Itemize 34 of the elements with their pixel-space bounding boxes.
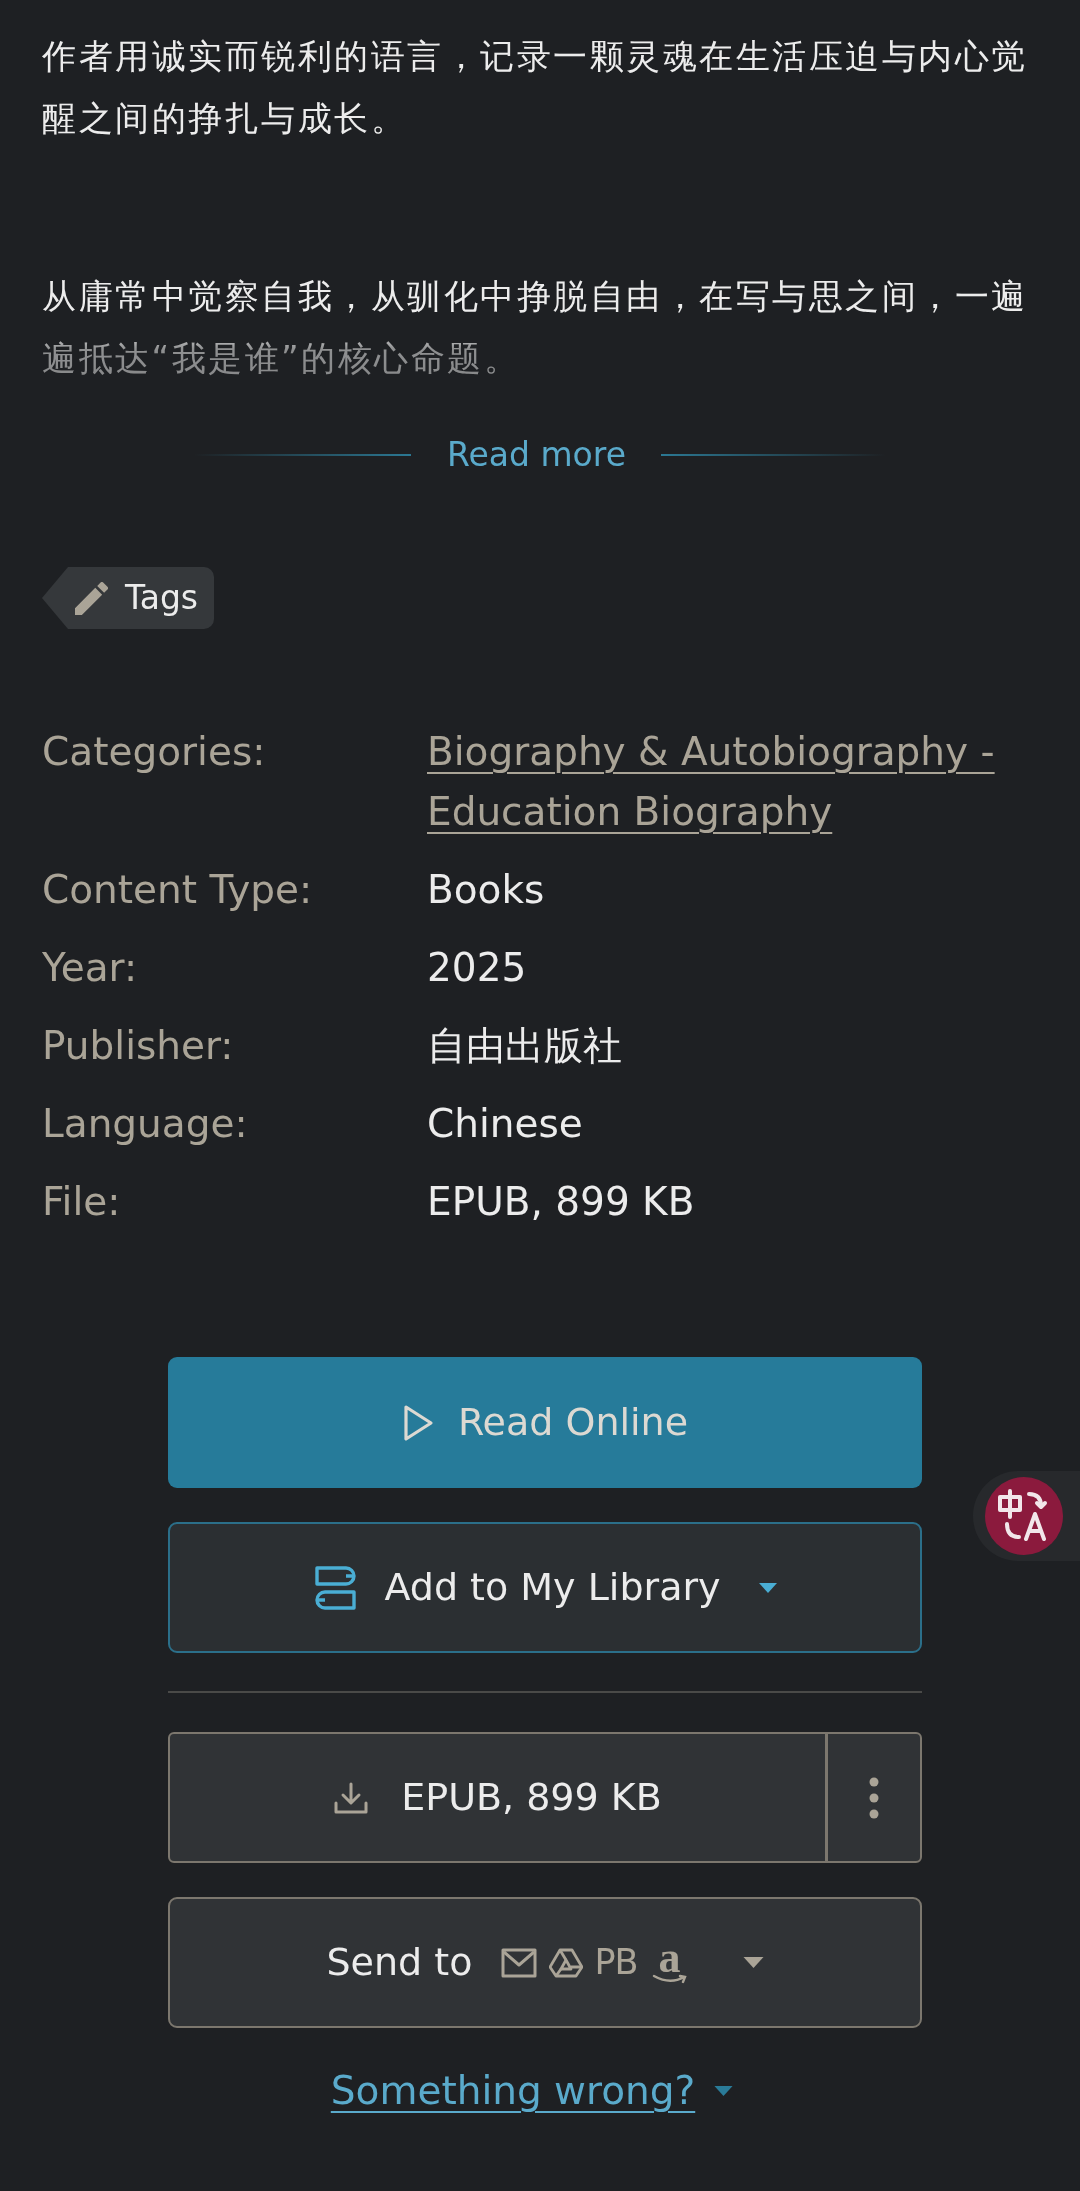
- caret-icon[interactable]: [758, 1582, 777, 1593]
- send-to-button[interactable]: Send to PB a: [168, 1897, 922, 2028]
- detail-value: 自由出版社: [427, 1022, 622, 1070]
- caret-icon[interactable]: [714, 2086, 734, 2096]
- books-icon: [313, 1564, 359, 1611]
- letter-logo: a: [651, 1941, 688, 1984]
- detail-label: Language:: [42, 1100, 248, 1148]
- detail-label: Year:: [42, 944, 138, 992]
- download-icon: [333, 1780, 370, 1815]
- triangle-logo-icon: [549, 1947, 584, 1978]
- more-options-button[interactable]: [826, 1732, 922, 1863]
- detail-label: Categories:: [42, 728, 266, 776]
- detail-label: Publisher:: [42, 1022, 234, 1070]
- detail-value: Books: [427, 866, 545, 914]
- tags-button[interactable]: Tags: [42, 567, 215, 629]
- detail-value: Chinese: [427, 1100, 583, 1148]
- pencil-icon: [75, 581, 108, 615]
- detail-label: File:: [42, 1178, 121, 1226]
- play-icon: [401, 1403, 434, 1442]
- description-paragraph: 从庸常中觉察自我，从驯化中挣脱自由，在写与思之间，一遍遍抵达“我是谁”的核心命题。: [42, 275, 1029, 380]
- logo-text: PB: [594, 1945, 638, 1980]
- report-link[interactable]: Something wrong?: [330, 2066, 696, 2116]
- detail-label: Content Type:: [42, 866, 313, 914]
- description-paragraph: 作者用诚实而锐利的语言，记录一颗灵魂在生活压迫与内心觉醒之间的挣扎与成长。: [42, 35, 1029, 140]
- mail-icon: [501, 1947, 538, 1978]
- detail-value: 2025: [427, 944, 527, 992]
- add-to-library-button[interactable]: Add to My Library: [168, 1522, 922, 1653]
- detail-value: EPUB, 899 KB: [427, 1178, 695, 1226]
- read-more-link[interactable]: Read more: [447, 434, 626, 476]
- caret-icon[interactable]: [742, 1957, 764, 1968]
- translate-icon[interactable]: [985, 1477, 1063, 1555]
- category-link[interactable]: Biography & Autobiography - Education Biography: [427, 722, 1038, 842]
- vertical-dots-icon: [869, 1776, 879, 1819]
- download-button[interactable]: EPUB, 899 KB: [168, 1732, 827, 1863]
